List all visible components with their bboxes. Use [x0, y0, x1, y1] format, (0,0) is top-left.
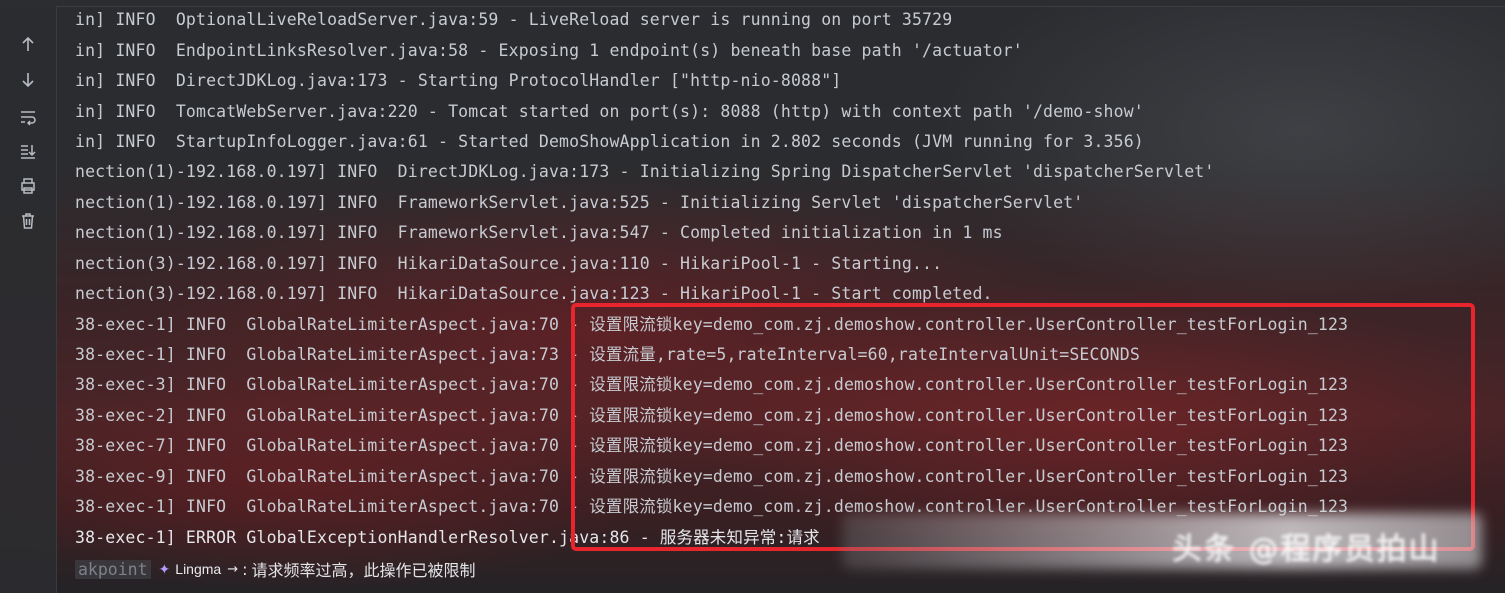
scroll-to-end-icon[interactable] [16, 139, 40, 163]
rate-limit-message: 请求频率过高，此操作已被限制 [251, 561, 476, 580]
soft-wrap-icon[interactable] [16, 105, 40, 129]
lingma-chip[interactable]: ✦ Lingma → [159, 561, 239, 578]
assistant-name: Lingma [175, 561, 222, 577]
console-output[interactable]: in] INFO OptionalLiveReloadServer.java:5… [57, 6, 1505, 593]
log-line: in] INFO EndpointLinksResolver.java:58 -… [75, 41, 1023, 60]
log-line: nection(1)-192.168.0.197] INFO DirectJDK… [75, 162, 1215, 181]
trash-icon[interactable] [16, 209, 40, 233]
breakpoint-tag: akpoint [75, 559, 151, 579]
log-line: in] INFO StartupInfoLogger.java:61 - Sta… [75, 132, 1144, 151]
console-toolbar [0, 6, 57, 593]
log-line: 38-exec-1] INFO GlobalRateLimiterAspect.… [75, 345, 1140, 364]
log-line: nection(3)-192.168.0.197] INFO HikariDat… [75, 254, 943, 273]
log-line: 38-exec-3] INFO GlobalRateLimiterAspect.… [75, 375, 1349, 394]
log-line: 38-exec-1] INFO GlobalRateLimiterAspect.… [75, 315, 1349, 334]
arrow-down-icon[interactable] [16, 68, 40, 92]
log-line: nection(1)-192.168.0.197] INFO Framework… [75, 223, 1003, 242]
log-line: in] INFO DirectJDKLog.java:173 - Startin… [75, 71, 842, 90]
run-console-window: in] INFO OptionalLiveReloadServer.java:5… [0, 0, 1505, 593]
log-line: in] INFO TomcatWebServer.java:220 - Tomc… [75, 102, 1144, 121]
status-separator: : [242, 559, 248, 579]
log-line: in] INFO OptionalLiveReloadServer.java:5… [75, 10, 953, 29]
watermark: 头条 @程序员拍山 [1172, 532, 1441, 567]
log-line: 38-exec-2] INFO GlobalRateLimiterAspect.… [75, 406, 1349, 425]
arrow-right-icon: → [227, 561, 239, 577]
log-line: nection(1)-192.168.0.197] INFO Framework… [75, 193, 1084, 212]
arrow-up-icon[interactable] [16, 32, 40, 56]
log-line: nection(3)-192.168.0.197] INFO HikariDat… [75, 284, 993, 303]
lingma-sparkle-icon: ✦ [158, 560, 171, 577]
log-line: 38-exec-9] INFO GlobalRateLimiterAspect.… [75, 467, 1349, 486]
error-log-line: 38-exec-1] ERROR GlobalExceptionHandlerR… [75, 528, 820, 547]
log-line: 38-exec-7] INFO GlobalRateLimiterAspect.… [75, 436, 1349, 455]
assistant-status-line: akpoint ✦ Lingma → : 请求频率过高，此操作已被限制 [75, 558, 476, 580]
print-icon[interactable] [16, 174, 40, 198]
